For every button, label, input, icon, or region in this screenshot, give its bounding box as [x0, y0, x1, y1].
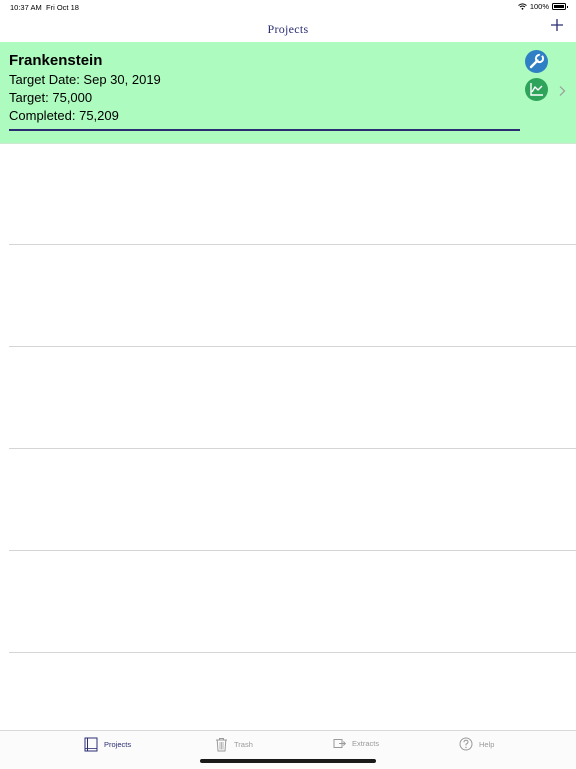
project-completed: Completed: 75,209: [9, 108, 119, 123]
book-icon: [84, 737, 98, 752]
battery-percent: 100%: [529, 2, 549, 11]
tab-projects[interactable]: Projects: [84, 737, 131, 752]
row-divider: [9, 448, 576, 449]
tab-label: Trash: [234, 740, 253, 749]
status-bar: 10:37 AM Fri Oct 18 100%: [0, 0, 576, 14]
progress-bar: [9, 129, 520, 131]
question-icon: [459, 737, 473, 751]
navigation-bar: Projects: [0, 14, 576, 43]
project-row[interactable]: Frankenstein Target Date: Sep 30, 2019 T…: [0, 42, 576, 144]
progress-chart-button[interactable]: [525, 78, 548, 101]
project-target-date: Target Date: Sep 30, 2019: [9, 72, 161, 87]
page-title: Projects: [267, 22, 309, 36]
home-indicator[interactable]: [200, 759, 376, 763]
line-chart-icon: [530, 83, 543, 96]
tab-label: Help: [479, 739, 495, 749]
wrench-icon: [529, 52, 545, 69]
row-divider: [9, 652, 576, 653]
tab-trash[interactable]: Trash: [215, 737, 253, 752]
chevron-right-icon: [559, 86, 566, 96]
plus-icon: [551, 19, 563, 31]
add-project-button[interactable]: [550, 18, 564, 32]
tab-bar: Projects Trash Extracts Help: [0, 730, 576, 769]
row-divider: [9, 346, 576, 347]
tab-label: Projects: [104, 740, 132, 749]
status-time: 10:37 AM: [10, 3, 42, 12]
trash-icon: [216, 738, 227, 752]
row-divider: [9, 244, 576, 245]
tab-help[interactable]: Help: [459, 737, 494, 751]
edit-project-button[interactable]: [525, 50, 548, 73]
status-indicators: 100%: [517, 2, 568, 11]
status-date: Fri Oct 18: [46, 3, 79, 12]
row-divider: [9, 550, 576, 551]
tab-label: Extracts: [352, 739, 380, 748]
tab-extracts[interactable]: Extracts: [333, 737, 379, 750]
battery-icon: [552, 3, 568, 10]
wifi-icon: [517, 3, 527, 10]
project-target: Target: 75,000: [9, 90, 93, 105]
export-icon: [333, 739, 346, 748]
project-name: Frankenstein: [9, 52, 103, 69]
